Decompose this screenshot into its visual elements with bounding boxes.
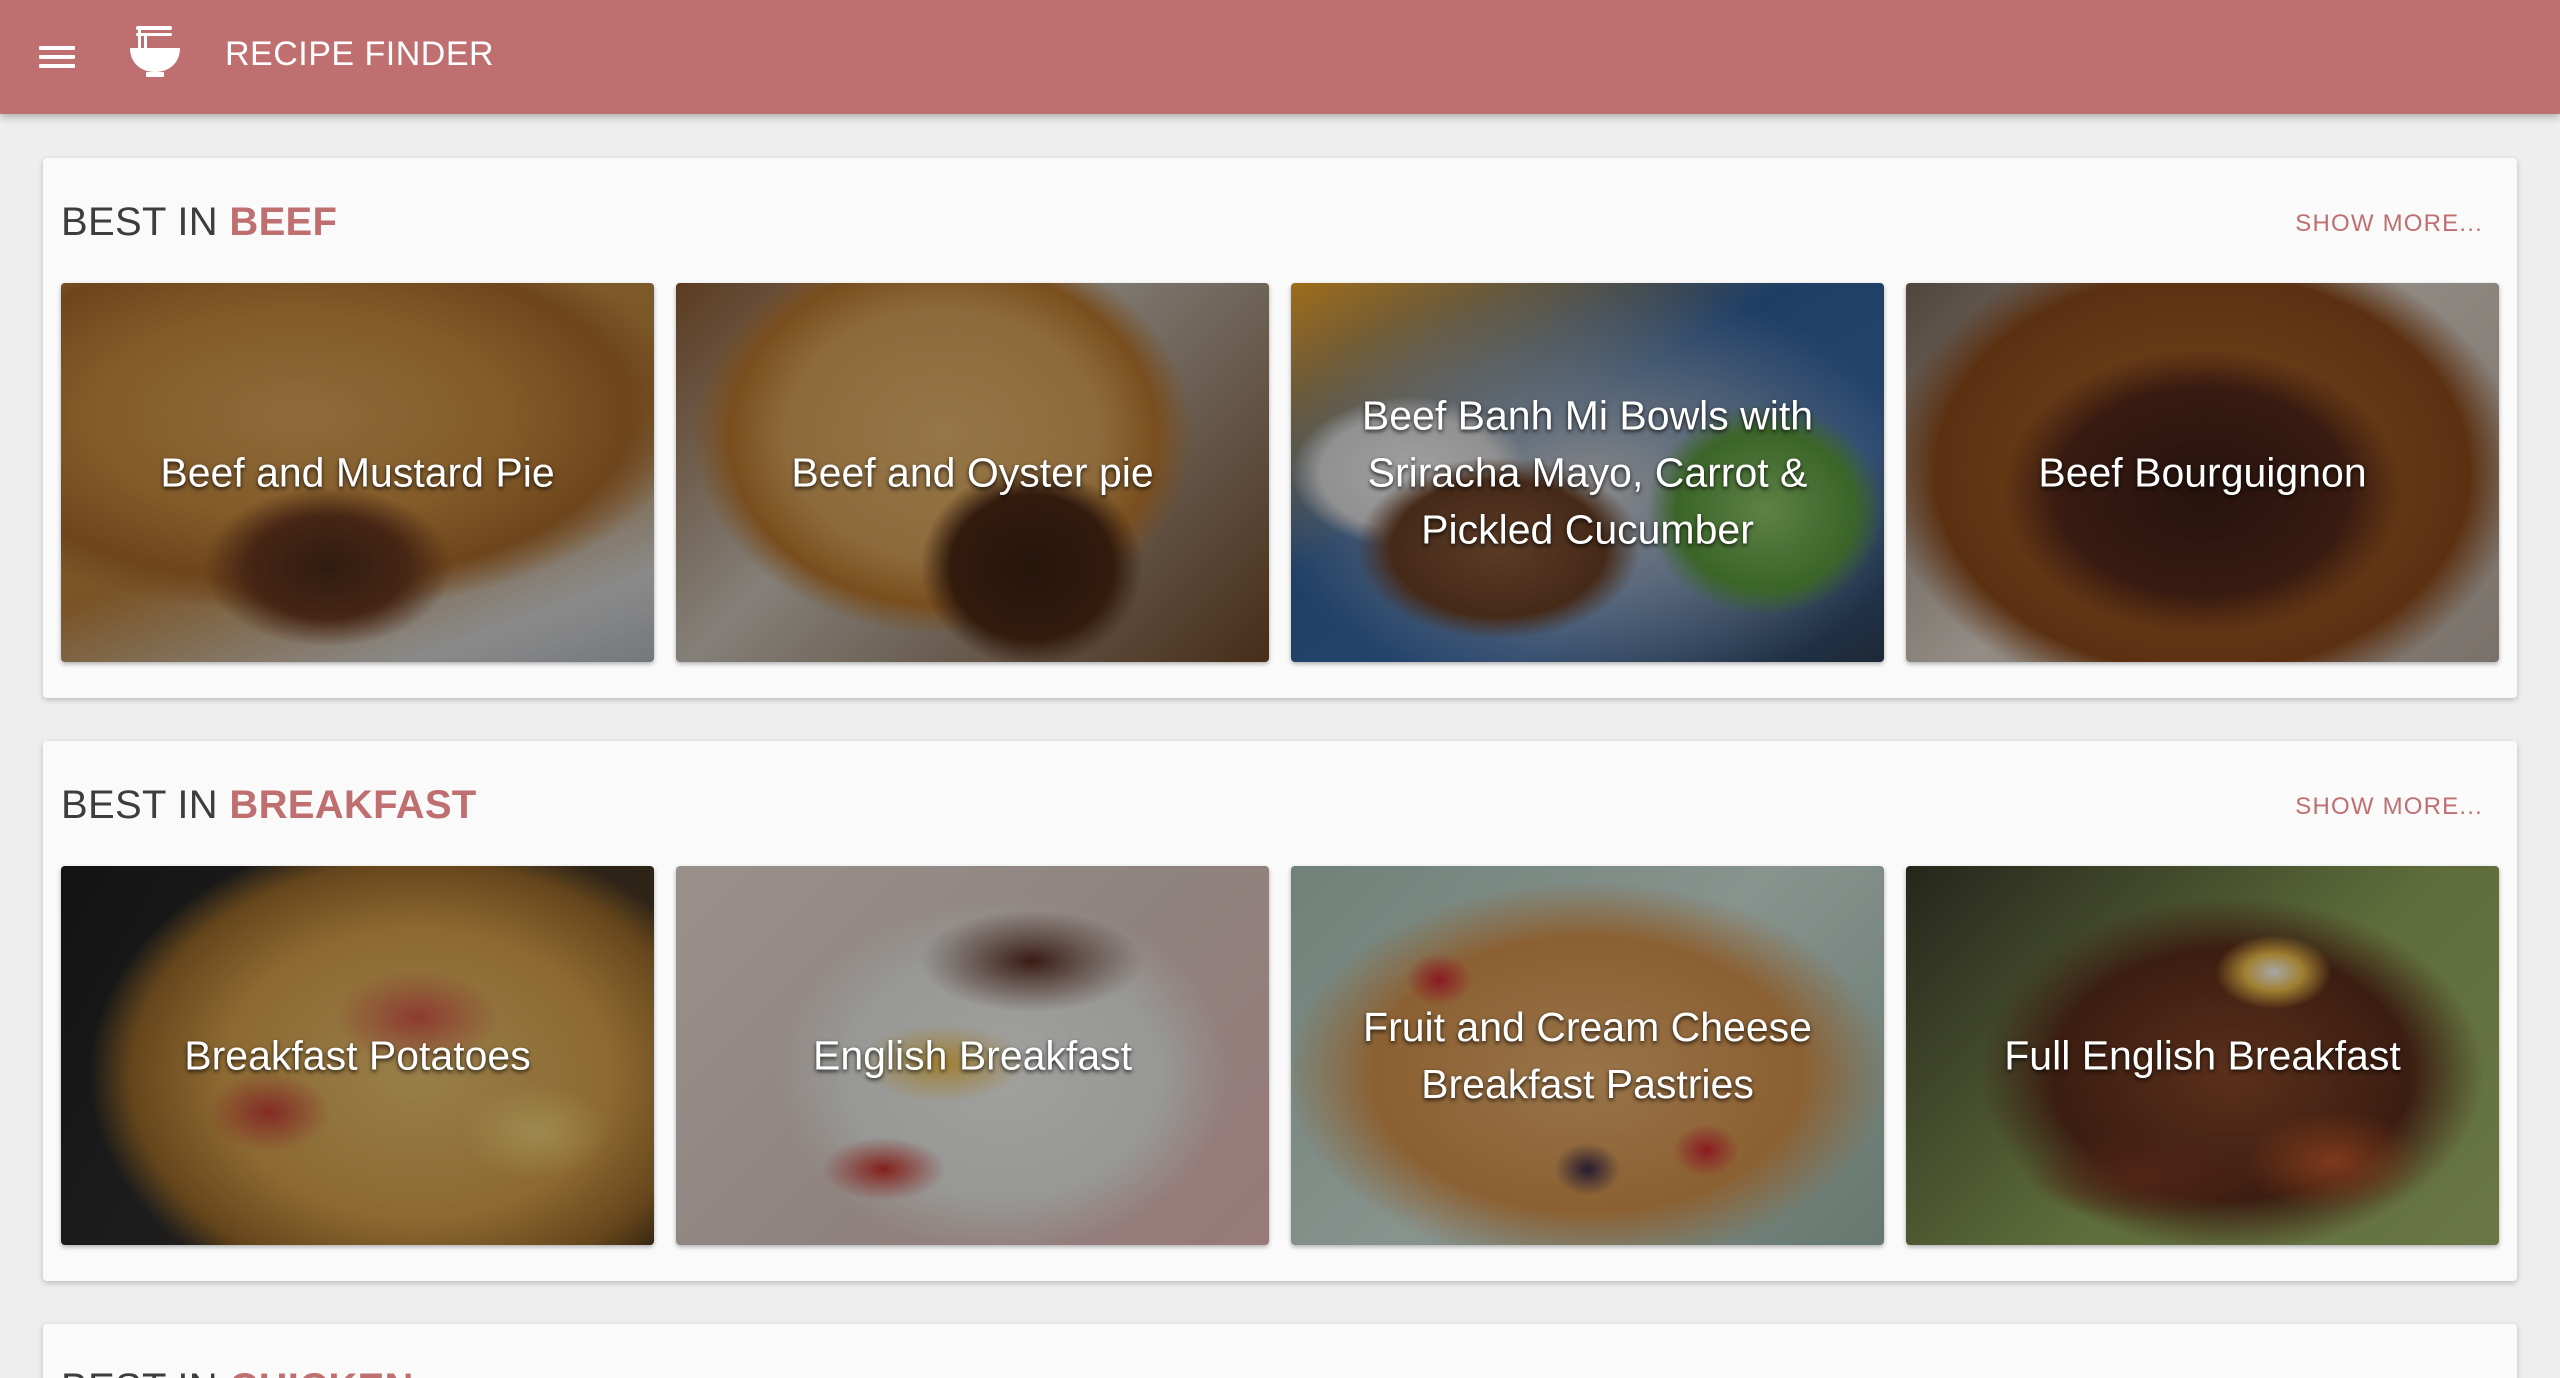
recipe-card[interactable]: Beef Bourguignon [1906, 283, 2499, 662]
section-heading: BEST IN CHICKEN [61, 1366, 414, 1378]
menu-line [39, 64, 75, 68]
section-heading-prefix: BEST IN [61, 783, 230, 827]
recipe-title: Beef and Oyster pie [791, 449, 1154, 495]
recipe-card[interactable]: Beef Banh Mi Bowls with Sriracha Mayo, C… [1291, 283, 1884, 662]
app-bar: RECIPE FINDER [0, 0, 2560, 114]
recipe-title: Fruit and Cream Cheese Breakfast Pastrie… [1363, 1003, 1812, 1107]
recipe-card-row: Breakfast Potatoes English Breakfast Fru… [61, 866, 2499, 1245]
hamburger-menu-icon[interactable] [36, 40, 78, 74]
recipe-title: Beef and Mustard Pie [160, 449, 555, 495]
recipe-card[interactable]: Beef and Mustard Pie [61, 283, 654, 662]
section-heading: BEST IN BREAKFAST [61, 783, 477, 828]
menu-line [39, 46, 75, 50]
section-category: BEEF [229, 200, 338, 244]
section-category: CHICKEN [229, 1366, 413, 1378]
recipe-title: Beef Bourguignon [2038, 449, 2367, 495]
app-title: RECIPE FINDER [225, 35, 495, 73]
category-section-chicken: BEST IN CHICKEN [43, 1324, 2517, 1378]
recipe-title: Beef Banh Mi Bowls with Sriracha Mayo, C… [1361, 392, 1814, 552]
recipe-card[interactable]: English Breakfast [676, 866, 1269, 1245]
section-category: BREAKFAST [229, 783, 477, 827]
recipe-card[interactable]: Full English Breakfast [1906, 866, 2499, 1245]
noodle-bowl-icon [130, 26, 180, 77]
recipe-title: English Breakfast [812, 1032, 1133, 1078]
category-section-breakfast: BEST IN BREAKFAST SHOW MORE... Breakfast… [43, 741, 2517, 1281]
recipe-card[interactable]: Breakfast Potatoes [61, 866, 654, 1245]
recipe-card-row: Beef and Mustard Pie Beef and Oyster pie… [61, 283, 2499, 662]
category-section-beef: BEST IN BEEF SHOW MORE... Beef and Musta… [43, 158, 2517, 698]
section-heading: BEST IN BEEF [61, 200, 337, 245]
recipe-card[interactable]: Fruit and Cream Cheese Breakfast Pastrie… [1291, 866, 1884, 1245]
section-heading-prefix: BEST IN [61, 200, 230, 244]
section-heading-prefix: BEST IN [61, 1366, 229, 1378]
show-more-button[interactable]: SHOW MORE... [2295, 210, 2483, 238]
show-more-button[interactable]: SHOW MORE... [2295, 793, 2483, 821]
menu-line [39, 55, 75, 59]
recipe-title: Breakfast Potatoes [184, 1032, 531, 1078]
recipe-title: Full English Breakfast [2004, 1032, 2401, 1078]
recipe-card[interactable]: Beef and Oyster pie [676, 283, 1269, 662]
